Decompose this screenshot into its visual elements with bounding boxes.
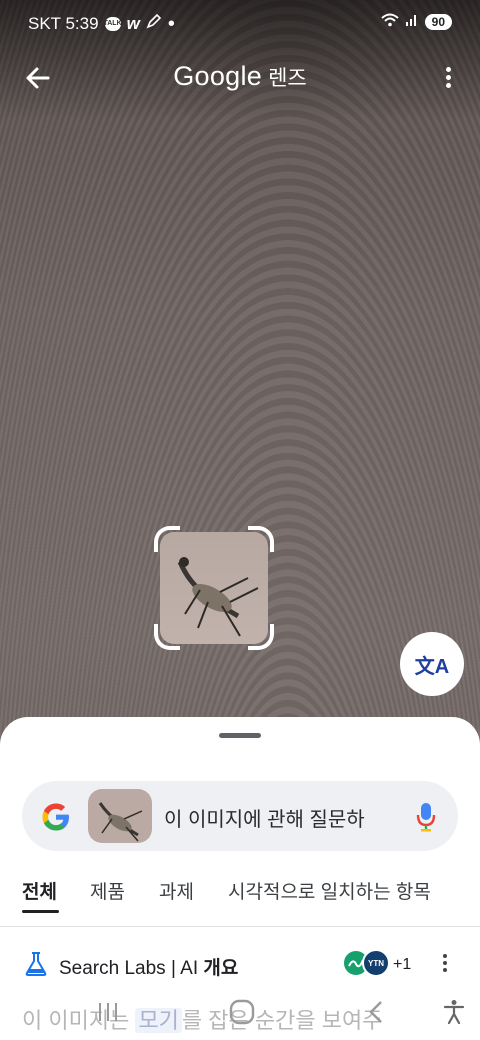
- result-tabs: 전체 제품 과제 시각적으로 일치하는 항목: [0, 877, 480, 917]
- labs-separator: |: [165, 958, 181, 979]
- translate-icon: 文A: [414, 655, 450, 678]
- pen-icon: [146, 13, 162, 34]
- source-avatar-ytn: YTN: [362, 949, 390, 977]
- tab-products[interactable]: 제품: [90, 877, 125, 904]
- ai-label: AI: [180, 958, 199, 979]
- query-image-thumbnail[interactable]: [88, 789, 152, 843]
- kakaotalk-icon: TALK: [104, 16, 122, 31]
- crop-handle-bottom-right[interactable]: [248, 624, 274, 650]
- w-app-icon: w: [126, 13, 140, 33]
- accessibility-icon[interactable]: [434, 994, 474, 1030]
- labs-flask-icon: [24, 951, 48, 977]
- crop-handle-top-right[interactable]: [248, 526, 274, 552]
- search-bar[interactable]: 이 이미지에 관해 질문하: [22, 781, 458, 851]
- wifi-icon: [380, 12, 399, 32]
- overview-more-icon[interactable]: [440, 951, 450, 977]
- battery-indicator: 90: [424, 14, 452, 30]
- more-sources-count: +1: [393, 956, 412, 973]
- drag-handle[interactable]: [219, 733, 261, 738]
- ai-overview-header: Search Labs | AI 개요 YTN +1: [0, 945, 480, 985]
- active-tab-indicator: [22, 910, 59, 913]
- crop-selection[interactable]: [154, 526, 274, 650]
- back-icon[interactable]: [356, 994, 396, 1030]
- app-bar: Google 렌즈: [0, 50, 480, 106]
- translate-button[interactable]: 文A: [400, 632, 464, 696]
- search-placeholder: 이 이미지에 관해 질문하: [164, 809, 365, 831]
- tab-homework[interactable]: 과제: [159, 877, 194, 904]
- tab-all[interactable]: 전체: [22, 877, 57, 904]
- carrier-time: SKT 5:39: [28, 13, 99, 33]
- crop-handle-bottom-left[interactable]: [154, 624, 180, 650]
- title-lens: 렌즈: [268, 67, 307, 90]
- labs-title: Search Labs | AI 개요: [59, 953, 238, 980]
- more-vert-icon[interactable]: [442, 64, 454, 92]
- dot-icon: •: [167, 12, 175, 35]
- home-icon[interactable]: [222, 994, 262, 1030]
- status-bar: SKT 5:39 TALK w • 90: [0, 0, 480, 46]
- divider: [0, 926, 480, 927]
- overview-label: 개요: [203, 958, 239, 979]
- search-labs-label: Search Labs: [59, 958, 166, 979]
- page-title: Google 렌즈: [0, 61, 480, 92]
- title-google: Google: [173, 61, 263, 91]
- tab-visual-matches[interactable]: 시각적으로 일치하는 항목: [228, 877, 431, 904]
- crop-handle-top-left[interactable]: [154, 526, 180, 552]
- mic-icon[interactable]: [416, 801, 436, 833]
- recent-apps-icon[interactable]: [88, 994, 128, 1030]
- signal-icon: [405, 12, 419, 32]
- system-nav-bar: [0, 990, 480, 1040]
- google-g-icon: [40, 801, 72, 833]
